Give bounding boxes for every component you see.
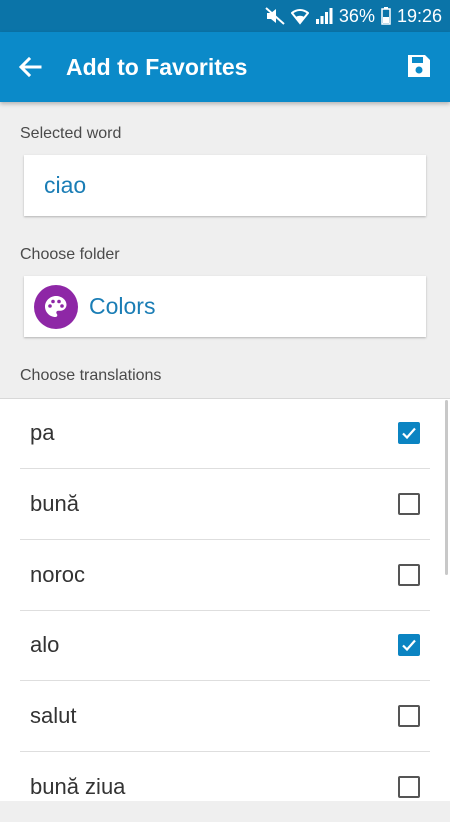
translation-checkbox[interactable] — [398, 564, 420, 586]
folder-icon-badge — [34, 285, 78, 329]
scrollbar[interactable] — [445, 400, 448, 575]
palette-icon — [45, 296, 67, 317]
selected-word-label: Selected word — [20, 125, 122, 142]
selected-word-value: ciao — [44, 172, 87, 198]
floppy-disk-icon — [408, 55, 430, 77]
app-bar: Add to Favorites — [0, 32, 450, 102]
translation-checkbox[interactable] — [398, 634, 420, 656]
translation-label: noroc — [30, 562, 86, 587]
wifi-icon — [290, 7, 309, 25]
clock: 19:26 — [396, 5, 442, 26]
status-icons: 36% 19:26 — [265, 0, 442, 32]
choose-folder-label: Choose folder — [20, 246, 120, 263]
mute-icon — [265, 7, 285, 25]
translation-checkbox[interactable] — [398, 705, 420, 727]
battery-icon — [381, 7, 391, 25]
folder-name: Colors — [89, 293, 156, 319]
translation-checkbox[interactable] — [398, 422, 420, 444]
status-bar: 36% 19:26 — [0, 0, 450, 32]
save-button[interactable] — [406, 53, 432, 79]
arrow-left-icon — [18, 56, 42, 78]
translation-checkbox[interactable] — [398, 493, 420, 515]
translation-item-buna-ziua[interactable]: bună ziua — [20, 752, 430, 822]
folder-selector[interactable]: Colors — [24, 276, 426, 337]
translation-item-salut[interactable]: salut — [20, 681, 430, 752]
choose-translations-label: Choose translations — [20, 367, 162, 384]
translation-label: pa — [30, 420, 55, 445]
translation-checkbox[interactable] — [398, 776, 420, 798]
page-title: Add to Favorites — [66, 54, 248, 80]
selected-word-field[interactable]: ciao — [24, 155, 426, 216]
translation-item-alo[interactable]: alo — [20, 610, 430, 681]
battery-percent: 36% — [338, 5, 375, 26]
translation-item-buna[interactable]: bună — [20, 469, 430, 540]
back-button[interactable] — [14, 51, 46, 83]
translation-label: bună ziua — [30, 774, 126, 799]
translation-item-pa[interactable]: pa — [20, 398, 430, 469]
translation-label: alo — [30, 632, 60, 657]
translation-item-noroc[interactable]: noroc — [20, 540, 430, 611]
translation-label: salut — [30, 703, 77, 728]
translation-label: bună — [30, 491, 79, 516]
signal-icon — [315, 7, 333, 25]
